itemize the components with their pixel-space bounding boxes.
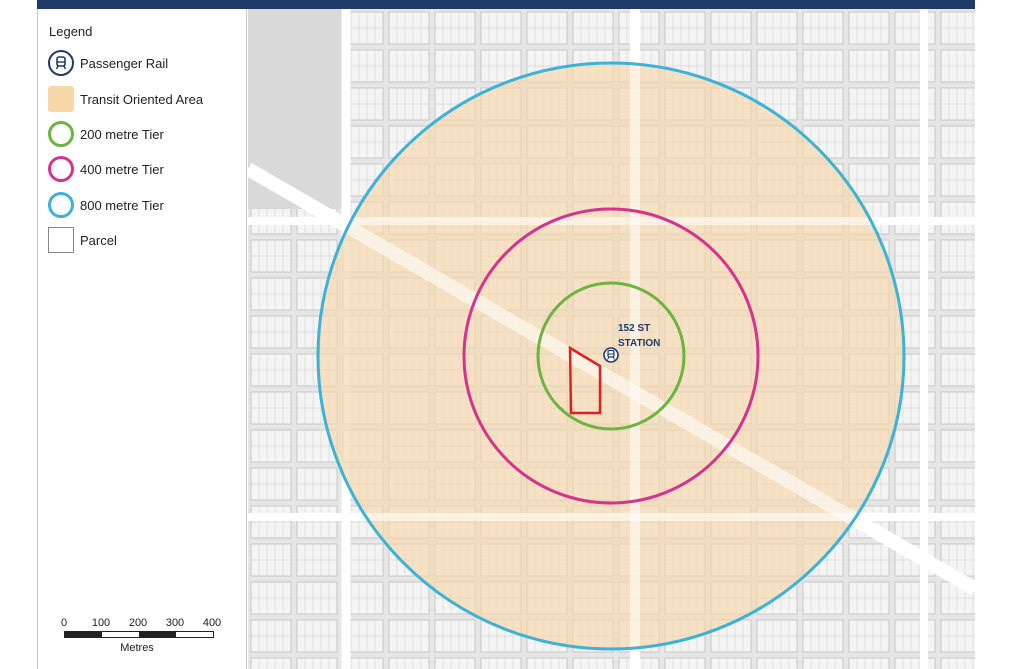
legend-title: Legend <box>49 24 93 39</box>
green-ring-icon <box>48 121 74 147</box>
train-icon <box>48 50 74 76</box>
legend-label: Transit Oriented Area <box>80 91 204 107</box>
legend-item-parcel: Parcel <box>48 226 117 254</box>
legend-item-800-metre-tier: 800 metre Tier <box>48 191 164 219</box>
station-label-line1: 152 ST <box>618 323 650 334</box>
legend-item-passenger-rail: Passenger Rail <box>48 49 168 77</box>
legend-label: 400 metre Tier <box>80 161 164 177</box>
map-canvas[interactable]: 152 ST STATION <box>248 9 975 669</box>
legend-label: 200 metre Tier <box>80 126 164 142</box>
legend-label: 800 metre Tier <box>80 197 164 213</box>
parcel-swatch-icon <box>48 227 74 253</box>
area-swatch-icon <box>48 86 74 112</box>
scale-bar: 0 100 200 300 400 Metres <box>60 617 221 654</box>
legend-item-transit-oriented-area: Transit Oriented Area <box>48 85 203 113</box>
legend-panel: Legend Passenger Rail Transit Oriented A… <box>37 9 247 669</box>
scale-tick: 100 <box>91 617 111 629</box>
station-label-line2: STATION <box>618 338 660 349</box>
legend-item-400-metre-tier: 400 metre Tier <box>48 155 164 183</box>
station-marker[interactable] <box>603 347 619 363</box>
scale-tick: 0 <box>60 617 68 629</box>
scale-tick: 200 <box>128 617 148 629</box>
legend-label: Passenger Rail <box>80 55 169 71</box>
scale-ticks: 0 100 200 300 400 <box>60 617 221 631</box>
legend-item-200-metre-tier: 200 metre Tier <box>48 120 164 148</box>
map[interactable]: 152 ST STATION <box>248 9 975 669</box>
magenta-ring-icon <box>48 156 74 182</box>
blue-ring-icon <box>48 192 74 218</box>
scale-unit: Metres <box>120 642 154 654</box>
scale-tick: 300 <box>165 617 185 629</box>
title-bar <box>37 0 975 9</box>
legend-label: Parcel <box>80 232 117 248</box>
scale-tick: 400 <box>202 617 222 629</box>
scale-segments <box>64 631 214 638</box>
